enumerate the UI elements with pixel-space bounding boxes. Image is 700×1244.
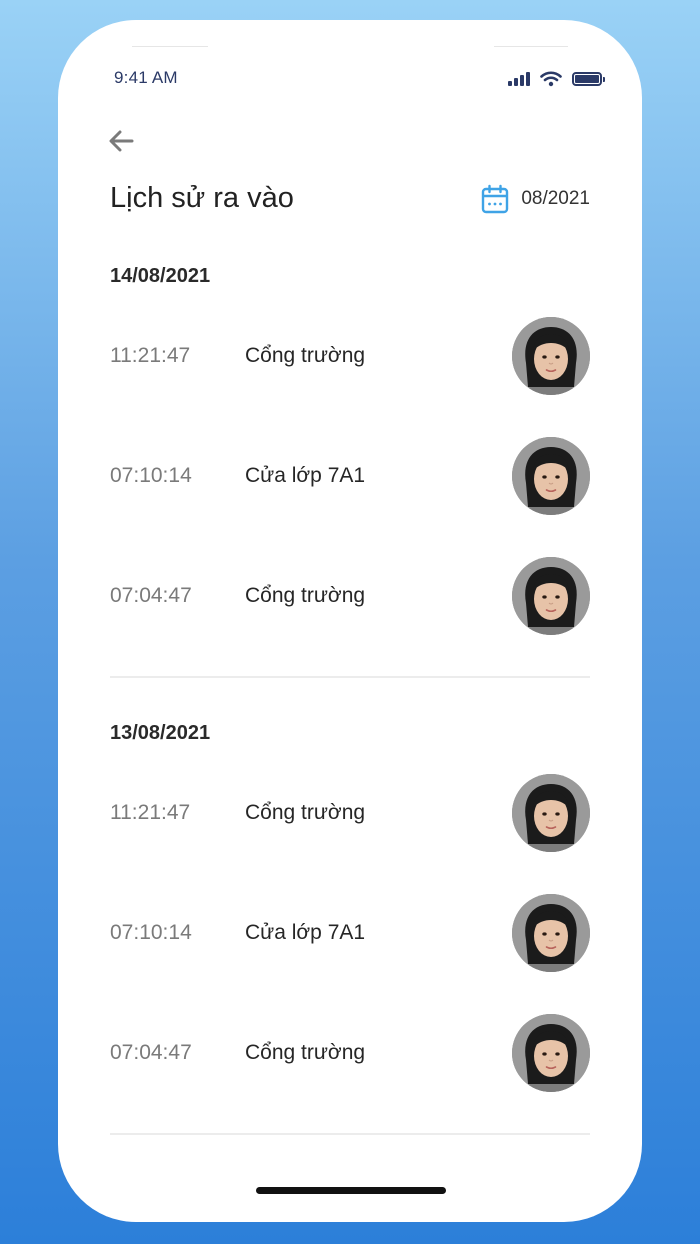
status-icons xyxy=(508,70,605,88)
top-edge-line xyxy=(494,46,568,47)
entry-time: 07:04:47 xyxy=(110,584,192,607)
phone-frame: 9:41 AM Lịch sử ra vào 08/2021 14/08/202… xyxy=(58,20,642,1222)
arrow-left-icon xyxy=(109,130,134,152)
entry-location: Cửa lớp 7A1 xyxy=(245,921,366,944)
day-section: 14/08/2021 11:21:47 Cổng trường 07:10:14… xyxy=(110,260,590,656)
history-entry[interactable]: 07:04:47 Cổng trường xyxy=(110,993,590,1113)
status-time: 9:41 AM xyxy=(114,68,178,87)
entry-time: 11:21:47 xyxy=(110,801,191,824)
history-entry[interactable]: 11:21:47 Cổng trường xyxy=(110,296,590,416)
entry-location: Cổng trường xyxy=(245,584,366,607)
home-indicator[interactable] xyxy=(256,1187,446,1194)
entry-time: 07:04:47 xyxy=(110,1041,192,1064)
entry-location: Cổng trường xyxy=(245,1041,366,1064)
history-entry[interactable]: 07:10:14 Cửa lớp 7A1 xyxy=(110,873,590,993)
month-picker[interactable]: 08/2021 xyxy=(481,184,590,214)
student-avatar xyxy=(512,557,590,635)
battery-icon xyxy=(572,72,605,86)
student-avatar xyxy=(512,894,590,972)
date-header: 14/08/2021 xyxy=(110,265,211,287)
student-avatar xyxy=(512,1014,590,1092)
student-avatar xyxy=(512,774,590,852)
entry-time: 07:10:14 xyxy=(110,921,192,944)
entry-location: Cửa lớp 7A1 xyxy=(245,464,366,487)
wifi-icon xyxy=(540,71,562,87)
entry-time: 07:10:14 xyxy=(110,464,192,487)
entry-location: Cổng trường xyxy=(245,801,366,824)
section-divider xyxy=(110,676,590,678)
back-button[interactable] xyxy=(106,126,136,156)
entry-location: Cổng trường xyxy=(245,344,366,367)
top-edge-line xyxy=(132,46,208,47)
section-divider xyxy=(110,1133,590,1135)
calendar-icon xyxy=(482,184,509,214)
student-avatar xyxy=(512,317,590,395)
page-title: Lịch sử ra vào xyxy=(110,182,294,214)
student-avatar xyxy=(512,437,590,515)
day-section: 13/08/2021 11:21:47 Cổng trường 07:10:14… xyxy=(110,717,590,1113)
selected-month: 08/2021 xyxy=(521,188,590,209)
history-entry[interactable]: 07:10:14 Cửa lớp 7A1 xyxy=(110,416,590,536)
cellular-signal-icon xyxy=(508,72,530,86)
history-entry[interactable]: 07:04:47 Cổng trường xyxy=(110,536,590,656)
date-header: 13/08/2021 xyxy=(110,722,211,744)
history-entry[interactable]: 11:21:47 Cổng trường xyxy=(110,753,590,873)
entry-time: 11:21:47 xyxy=(110,344,191,367)
